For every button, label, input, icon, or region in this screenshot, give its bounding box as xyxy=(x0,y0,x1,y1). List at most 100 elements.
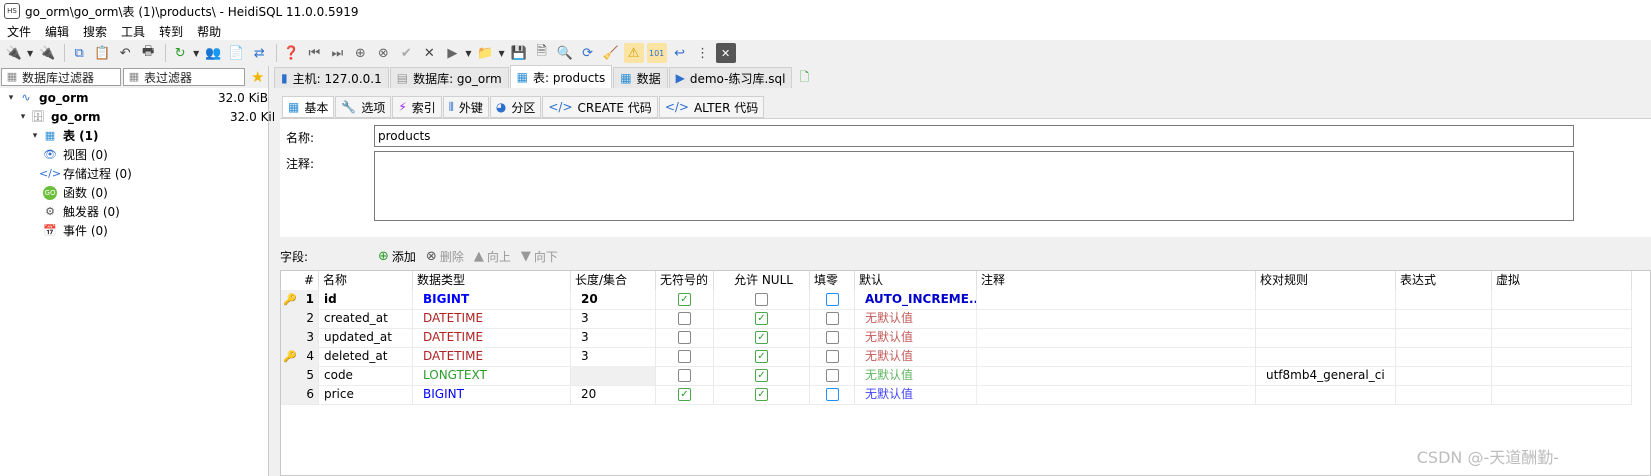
help-icon[interactable]: ❓ xyxy=(281,43,301,63)
menu-edit[interactable]: 编辑 xyxy=(38,23,76,40)
cell-expression[interactable] xyxy=(1396,347,1492,366)
cell-num[interactable]: 3 xyxy=(281,328,319,347)
tab-database[interactable]: ▤ 数据库: go_orm xyxy=(389,67,509,88)
cell-virtual[interactable] xyxy=(1492,309,1632,328)
cell-comment[interactable] xyxy=(977,309,1256,328)
copy-icon[interactable]: ⧉ xyxy=(69,43,89,63)
connect-icon[interactable]: 🔌 xyxy=(4,43,24,63)
cell-default[interactable]: 无默认值 xyxy=(855,347,977,366)
cell-expression[interactable] xyxy=(1396,385,1492,404)
cell-name[interactable]: created_at xyxy=(319,309,413,328)
subtab-alter-code[interactable]: </> ALTER 代码 xyxy=(658,96,765,118)
cell-default[interactable]: 无默认值 xyxy=(855,366,977,385)
table-comment-input[interactable] xyxy=(374,151,1574,221)
cell-default[interactable]: AUTO_INCREME... xyxy=(855,290,977,309)
cell-collation[interactable] xyxy=(1256,347,1396,366)
subtab-indexes[interactable]: ⚡ 索引 xyxy=(392,96,442,118)
cell-allow-null[interactable]: ✓ xyxy=(714,328,810,347)
cell-collation[interactable] xyxy=(1256,309,1396,328)
subtab-basic[interactable]: ▦ 基本 xyxy=(282,96,335,118)
close-query-icon[interactable]: ✕ xyxy=(715,43,736,63)
cell-expression[interactable] xyxy=(1396,366,1492,385)
col-header-comment[interactable]: 注释 xyxy=(977,271,1256,290)
tab-query[interactable]: ▶ demo-练习库.sql xyxy=(668,67,793,88)
table-row[interactable]: 2 created_at DATETIME 3 ✓ 无默认值 xyxy=(281,309,1632,329)
checked-checkbox[interactable]: ✓ xyxy=(755,369,768,382)
cell-zerofill[interactable] xyxy=(810,347,855,366)
checked-checkbox[interactable]: ✓ xyxy=(755,312,768,325)
cell-zerofill[interactable] xyxy=(810,290,855,309)
run-icon[interactable]: ▶ xyxy=(442,43,462,63)
chevron-down-icon[interactable]: ▾ xyxy=(18,112,28,122)
cell-zerofill[interactable] xyxy=(810,309,855,328)
connect-dropdown-icon[interactable]: ▼ xyxy=(27,49,33,58)
table-row[interactable]: 5 code LONGTEXT ✓ 无默认值 utf8mb4_general_ci xyxy=(281,366,1632,386)
cell-expression[interactable] xyxy=(1396,309,1492,328)
cell-type[interactable]: LONGTEXT xyxy=(413,366,571,385)
checked-checkbox[interactable]: ✓ xyxy=(755,331,768,344)
tree-functions[interactable]: GO 函数 (0) xyxy=(0,183,311,202)
cell-default[interactable]: 无默认值 xyxy=(855,328,977,347)
table-row[interactable]: 3 updated_at DATETIME 3 ✓ 无默认值 xyxy=(281,328,1632,348)
find-icon[interactable]: 🔍 xyxy=(555,43,575,63)
cell-comment[interactable] xyxy=(977,366,1256,385)
cell-expression[interactable] xyxy=(1396,328,1492,347)
cell-num[interactable]: 5 xyxy=(281,366,319,385)
cell-zerofill[interactable] xyxy=(810,366,855,385)
binary-icon[interactable]: 101 xyxy=(646,43,667,63)
cell-comment[interactable] xyxy=(977,385,1256,404)
cell-collation[interactable] xyxy=(1256,328,1396,347)
insert-row-icon[interactable]: ⊕ xyxy=(350,43,370,63)
cell-zerofill[interactable] xyxy=(810,385,855,404)
checkbox[interactable] xyxy=(825,388,839,401)
col-header-collation[interactable]: 校对规则 xyxy=(1256,271,1396,290)
col-header-length[interactable]: 长度/集合 xyxy=(571,271,656,290)
delete-field-button[interactable]: ⊗ 删除 xyxy=(426,248,464,265)
run-dropdown-icon[interactable]: ▼ xyxy=(465,49,471,58)
tab-host[interactable]: ▮ 主机: 127.0.0.1 xyxy=(274,67,389,88)
cell-unsigned[interactable] xyxy=(656,309,714,328)
wrap-icon[interactable]: ↩ xyxy=(670,43,690,63)
col-header-unsigned[interactable]: 无符号的 xyxy=(656,271,714,290)
cancel-icon[interactable]: ✕ xyxy=(419,43,439,63)
cell-length[interactable]: 3 xyxy=(571,328,656,347)
checkbox[interactable] xyxy=(755,293,768,306)
cell-type[interactable]: DATETIME xyxy=(413,328,571,347)
cell-name[interactable]: id xyxy=(319,290,413,309)
tree-triggers[interactable]: ⚙ 触发器 (0) xyxy=(0,202,311,221)
checkbox[interactable] xyxy=(678,369,691,382)
checkbox[interactable] xyxy=(825,293,839,306)
cell-allow-null[interactable]: ✓ xyxy=(714,309,810,328)
cell-default[interactable]: 无默认值 xyxy=(855,309,977,328)
cell-virtual[interactable] xyxy=(1492,290,1632,309)
cell-num[interactable]: 🔑 4 xyxy=(281,347,319,366)
cell-comment[interactable] xyxy=(977,347,1256,366)
delete-row-icon[interactable]: ⊗ xyxy=(373,43,393,63)
disconnect-icon[interactable]: 🔌 xyxy=(37,43,57,63)
cell-num[interactable]: 2 xyxy=(281,309,319,328)
cell-virtual[interactable] xyxy=(1492,347,1632,366)
user-manager-icon[interactable]: 👥 xyxy=(203,43,223,63)
tab-table[interactable]: ▦ 表: products xyxy=(509,65,613,88)
col-header-expression[interactable]: 表达式 xyxy=(1396,271,1492,290)
open-folder-icon[interactable]: 📁 xyxy=(475,43,495,63)
checked-checkbox[interactable]: ✓ xyxy=(678,388,691,401)
checked-checkbox[interactable]: ✓ xyxy=(755,388,768,401)
chevron-down-icon[interactable]: ▾ xyxy=(30,131,40,141)
tree-session-go-orm[interactable]: ▾ ∿ go_orm 32.0 KiB xyxy=(0,88,274,107)
cell-collation[interactable] xyxy=(1256,385,1396,404)
table-filter-input[interactable]: ▦ 表过滤器 xyxy=(123,68,245,86)
save-icon[interactable]: 💾 xyxy=(509,43,529,63)
database-filter-input[interactable]: ▦ 数据库过滤器 xyxy=(1,68,121,86)
cell-type[interactable]: DATETIME xyxy=(413,309,571,328)
tree-events[interactable]: 📅 事件 (0) xyxy=(0,221,311,240)
table-row[interactable]: 🔑 4 deleted_at DATETIME 3 ✓ 无默认值 xyxy=(281,347,1632,367)
print-icon[interactable]: 🖶 xyxy=(138,43,158,63)
move-down-button[interactable]: ▼ 向下 xyxy=(521,248,558,265)
cell-type[interactable]: BIGINT xyxy=(413,385,571,404)
checked-checkbox[interactable]: ✓ xyxy=(678,293,691,306)
menu-file[interactable]: 文件 xyxy=(0,23,38,40)
table-row[interactable]: 6 price BIGINT 20 ✓ ✓ 无默认值 xyxy=(281,385,1632,405)
cell-length[interactable] xyxy=(571,366,656,385)
add-field-button[interactable]: ⊕ 添加 xyxy=(378,248,416,265)
